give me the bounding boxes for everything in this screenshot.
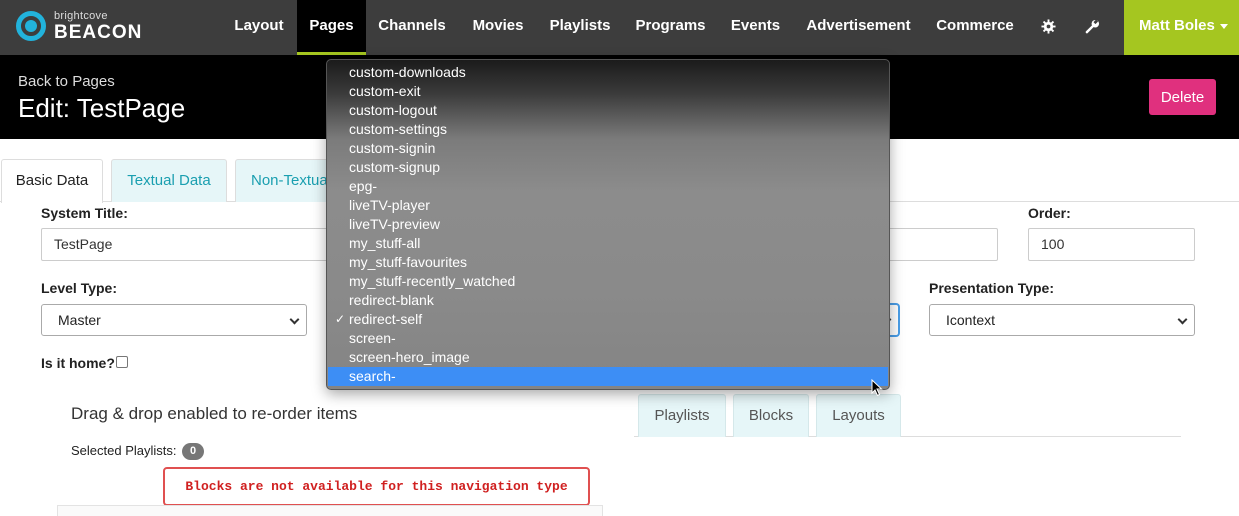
dropdown-option-label: liveTV-player [349,197,430,213]
dropdown-option[interactable]: screen-hero_image [328,348,888,367]
dropdown-option-label: screen-hero_image [349,349,470,365]
brightcove-beacon-logo[interactable]: brightcove BEACON [14,9,144,45]
nav-advertisement[interactable]: Advertisement [792,0,925,55]
nav-events[interactable]: Events [719,0,792,55]
page-title: Edit: TestPage [18,93,186,123]
dropdown-option[interactable]: my_stuff-all [328,234,888,253]
blocks-unavailable-warning: Blocks are not available for this naviga… [163,467,590,506]
dropdown-option-label: my_stuff-recently_watched [349,273,516,289]
is-home-checkbox[interactable] [116,356,128,368]
wrench-icon[interactable] [1072,0,1112,55]
back-to-pages-link[interactable]: Back to Pages [18,73,115,90]
nav-layout[interactable]: Layout [221,0,297,55]
dropdown-option[interactable]: search- [328,367,888,386]
nav-commerce[interactable]: Commerce [925,0,1025,55]
dropdown-option[interactable]: redirect-blank [328,291,888,310]
dropdown-option-label: redirect-blank [349,292,434,308]
dropdown-option[interactable]: custom-settings [328,120,888,139]
dropdown-option[interactable]: my_stuff-favourites [328,253,888,272]
top-navbar: brightcove BEACON Layout Pages Channels … [0,0,1239,55]
presentation-type-select[interactable]: Icontext [929,304,1195,336]
dropdown-option-label: custom-logout [349,102,437,118]
dropdown-option-label: search- [349,368,396,384]
nav-channels[interactable]: Channels [366,0,458,55]
is-home-label: Is it home? [41,355,115,371]
sub-tab-playlists[interactable]: Playlists [638,394,726,437]
beacon-logo-icon [16,11,46,41]
dropdown-option[interactable]: custom-signup [328,158,888,177]
dropdown-option-label: custom-exit [349,83,421,99]
dropdown-option[interactable]: screen- [328,329,888,348]
dropdown-option-label: my_stuff-all [349,235,421,251]
level-type-value: Master [58,312,101,328]
caret-down-icon [1219,23,1228,29]
drag-drop-hint: Drag & drop enabled to re-order items [71,404,358,423]
presentation-type-value: Icontext [946,312,996,328]
system-title-label: System Title: [41,205,128,221]
dropdown-option-label: custom-signin [349,140,436,156]
tab-basic-data[interactable]: Basic Data [1,159,103,203]
selected-items-panel [57,505,603,516]
user-menu[interactable]: Matt Boles [1124,0,1239,55]
dropdown-option-label: screen- [349,330,396,346]
mouse-pointer-icon [871,378,883,397]
user-name: Matt Boles [1139,17,1215,34]
dropdown-option[interactable]: liveTV-preview [328,215,888,234]
dropdown-option[interactable]: my_stuff-recently_watched [328,272,888,291]
dropdown-option-label: my_stuff-favourites [349,254,468,270]
nav-playlists[interactable]: Playlists [538,0,622,55]
chevron-down-icon [1177,314,1188,325]
level-type-label: Level Type: [41,280,117,296]
dropdown-option[interactable]: epg- [328,177,888,196]
dropdown-option[interactable]: custom-exit [328,82,888,101]
chevron-down-icon [289,314,300,325]
dropdown-option[interactable]: liveTV-player [328,196,888,215]
selected-playlists-count-badge: 0 [182,443,204,460]
dropdown-option[interactable]: custom-logout [328,101,888,120]
nav-pages[interactable]: Pages [297,0,366,55]
dropdown-option-label: redirect-self [349,311,423,327]
system-title-input[interactable]: TestPage [41,228,341,261]
dropdown-option[interactable]: ✓ redirect-self [328,310,888,329]
selected-playlists-label: Selected Playlists: [71,443,177,458]
dropdown-option-label: custom-signup [349,159,441,175]
gear-icon[interactable] [1028,0,1068,55]
dropdown-option-label: epg- [349,178,378,194]
dropdown-option-label: custom-settings [349,121,448,137]
sub-tab-layouts[interactable]: Layouts [816,394,901,437]
presentation-type-label: Presentation Type: [929,280,1054,296]
navigation-type-dropdown[interactable]: custom-downloads custom-exit custom-logout… [326,59,890,390]
checkmark-icon: ✓ [335,312,346,326]
text-input-partial[interactable] [886,228,998,261]
logo-brand-big: BEACON [54,22,143,43]
delete-button[interactable]: Delete [1149,79,1216,115]
logo-brand-small: brightcove [54,10,108,22]
dropdown-option[interactable]: custom-downloads [328,63,888,82]
order-input[interactable]: 100 [1028,228,1195,261]
dropdown-option-label: custom-downloads [349,64,466,80]
order-label: Order: [1028,205,1071,221]
sub-tab-blocks[interactable]: Blocks [733,394,809,437]
dropdown-option[interactable]: custom-signin [328,139,888,158]
level-type-select[interactable]: Master [41,304,307,336]
nav-programs[interactable]: Programs [622,0,719,55]
nav-movies[interactable]: Movies [458,0,538,55]
dropdown-option-label: liveTV-preview [349,216,441,232]
tab-textual-data[interactable]: Textual Data [111,159,227,202]
